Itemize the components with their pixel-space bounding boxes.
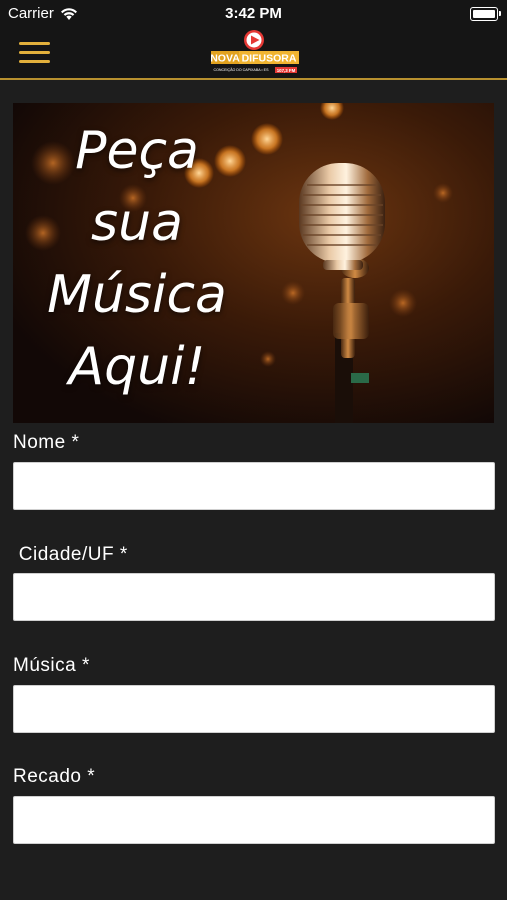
banner-line-3: Música xyxy=(47,265,227,325)
status-time: 3:42 PM xyxy=(225,5,282,22)
status-bar: Carrier 3:42 PM xyxy=(0,0,507,28)
station-logo: NOVA DIFUSORA CONCEIÇÃO DO CAPIXABA • ES… xyxy=(211,30,299,73)
song-input[interactable] xyxy=(13,685,495,733)
message-label: Recado * xyxy=(13,766,96,787)
logo-tagline: CONCEIÇÃO DO CAPIXABA • ES xyxy=(214,67,270,72)
banner-headline: Peça sua Música Aqui! xyxy=(27,115,247,403)
logo-frequency: 107,3 FM xyxy=(277,68,296,73)
name-label: Nome * xyxy=(13,432,80,453)
song-label: Música * xyxy=(13,655,90,676)
message-input[interactable] xyxy=(13,796,495,844)
navigation-bar: NOVA DIFUSORA CONCEIÇÃO DO CAPIXABA • ES… xyxy=(0,28,507,80)
logo-brand-line2: DIFUSORA xyxy=(242,53,297,65)
city-input[interactable] xyxy=(13,573,495,621)
banner-line-4: Aqui! xyxy=(68,337,206,397)
logo-brand-line1: NOVA xyxy=(211,53,240,65)
city-label: Cidade/UF * xyxy=(13,544,128,565)
banner-line-1: Peça xyxy=(75,121,199,181)
request-banner-image: Peça sua Música Aqui! xyxy=(13,103,494,423)
hamburger-menu-icon[interactable] xyxy=(19,41,51,65)
banner-line-2: sua xyxy=(91,193,183,253)
name-input[interactable] xyxy=(13,462,495,510)
battery-icon xyxy=(470,7,501,21)
